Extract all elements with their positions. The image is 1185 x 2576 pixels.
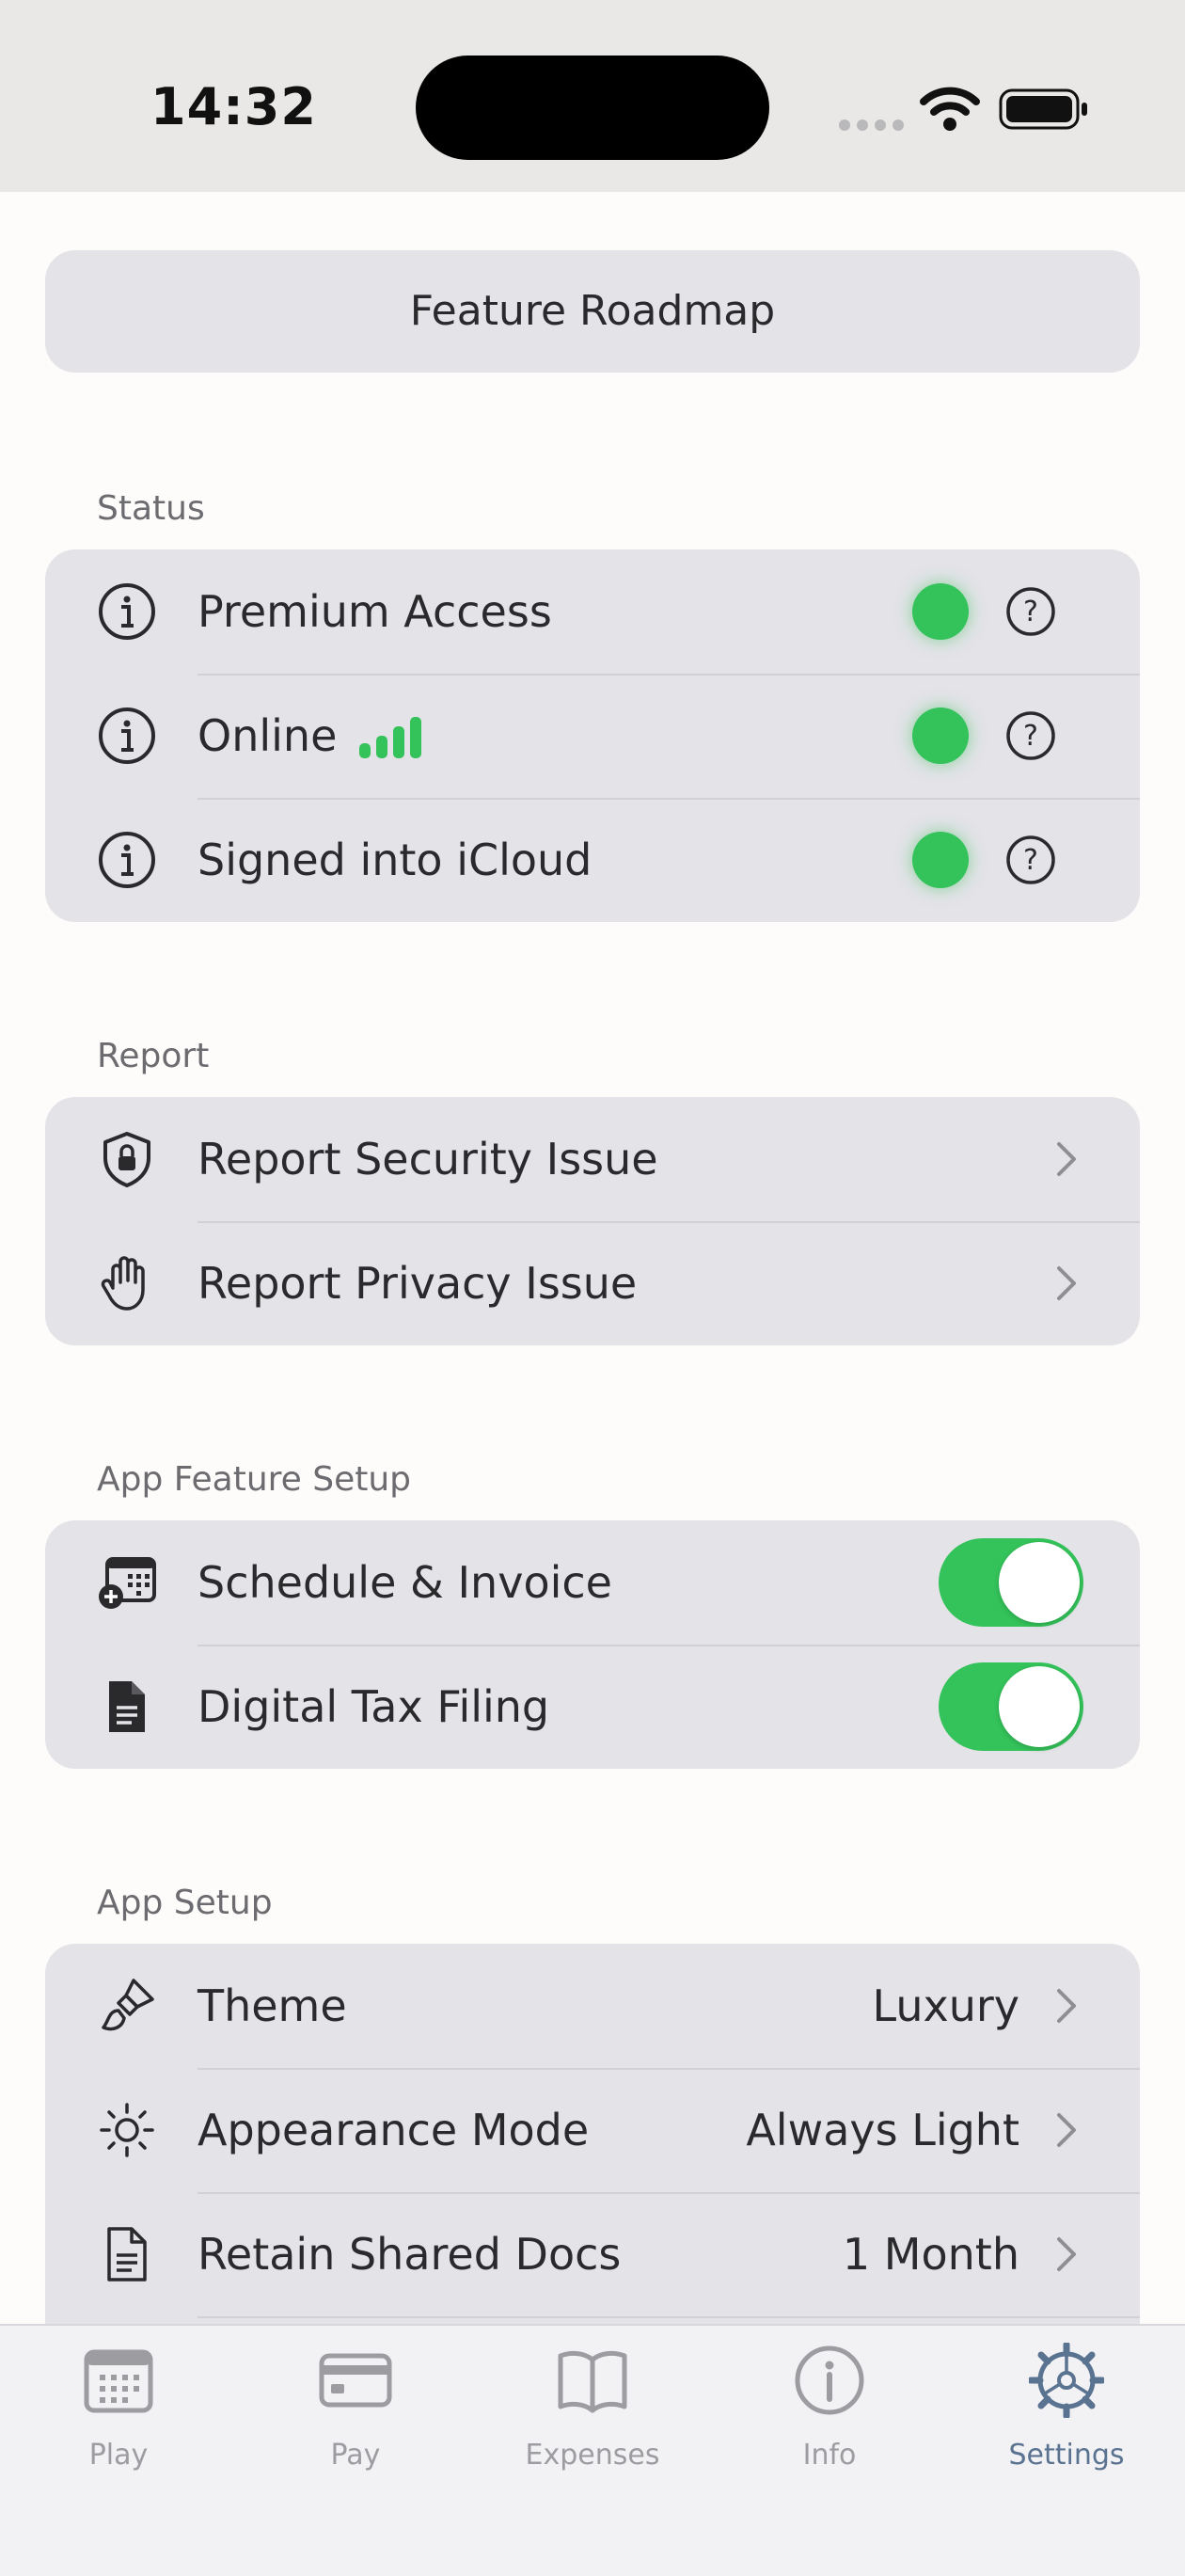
status-row-online: Online ? (45, 674, 1140, 798)
icloud-label: Signed into iCloud (198, 835, 592, 885)
app-setup-section-title: App Setup (97, 1884, 273, 1922)
tab-settings[interactable]: Settings (948, 2326, 1185, 2576)
schedule-invoice-label: Schedule & Invoice (198, 1557, 612, 1608)
info-circle-icon (795, 2345, 864, 2415)
status-row-premium: Premium Access ? (45, 549, 1140, 674)
gear-icon (1029, 2343, 1104, 2418)
toggle-knob (999, 1542, 1080, 1623)
theme-row[interactable]: Theme Luxury (45, 1944, 1140, 2068)
tab-label: Settings (1008, 2439, 1125, 2472)
report-security-label: Report Security Issue (198, 1134, 658, 1185)
retain-docs-label: Retain Shared Docs (198, 2229, 622, 2280)
retain-docs-value: 1 Month (842, 2229, 1019, 2280)
status-indicator (912, 708, 969, 764)
tab-label: Info (802, 2439, 857, 2472)
chevron-right-icon (1057, 2237, 1076, 2271)
tab-label: Pay (330, 2439, 381, 2472)
book-icon (558, 2350, 627, 2413)
svg-text:?: ? (1023, 720, 1038, 753)
report-privacy-label: Report Privacy Issue (198, 1258, 638, 1309)
app-setup-group: Theme Luxury Appearance Mode Always Ligh… (45, 1944, 1140, 2324)
svg-text:?: ? (1023, 844, 1038, 877)
theme-label: Theme (198, 1980, 347, 2031)
status-group: Premium Access ? Online ? Signed into iC… (45, 549, 1140, 922)
next-row-partial (45, 2316, 1140, 2324)
digital-tax-row: Digital Tax Filing (45, 1645, 1140, 1769)
info-icon (99, 583, 155, 640)
appearance-row[interactable]: Appearance Mode Always Light (45, 2068, 1140, 2192)
status-indicator (912, 832, 969, 888)
credit-card-icon (319, 2353, 392, 2408)
hand-icon (101, 1256, 145, 1311)
status-bar: 14:32 (0, 0, 1185, 192)
status-time: 14:32 (150, 77, 317, 136)
status-section-title: Status (97, 489, 205, 528)
svg-text:?: ? (1023, 596, 1038, 628)
tab-info[interactable]: Info (711, 2326, 948, 2576)
chevron-right-icon (1057, 1142, 1076, 1176)
feature-section-title: App Feature Setup (97, 1460, 412, 1499)
retain-docs-row[interactable]: Retain Shared Docs 1 Month (45, 2192, 1140, 2316)
theme-value: Luxury (872, 1980, 1020, 2031)
report-security-row[interactable]: Report Security Issue (45, 1097, 1140, 1221)
status-row-icloud: Signed into iCloud ? (45, 798, 1140, 922)
dynamic-island (416, 56, 769, 160)
wifi-icon (920, 87, 980, 131)
toggle-knob (999, 1666, 1080, 1747)
info-icon (99, 832, 155, 888)
premium-access-label: Premium Access (198, 586, 552, 637)
chevron-right-icon (1057, 1989, 1076, 2023)
feature-roadmap-button[interactable]: Feature Roadmap (45, 250, 1140, 373)
report-privacy-row[interactable]: Report Privacy Issue (45, 1221, 1140, 1345)
digital-tax-label: Digital Tax Filing (198, 1681, 550, 1732)
tab-play[interactable]: Play (0, 2326, 237, 2576)
tab-expenses[interactable]: Expenses (474, 2326, 711, 2576)
online-label: Online (198, 710, 338, 761)
status-indicator (912, 583, 969, 640)
cellular-dots-icon (839, 117, 910, 135)
schedule-invoice-toggle[interactable] (939, 1538, 1083, 1627)
status-icons (837, 83, 1100, 135)
digital-tax-toggle[interactable] (939, 1662, 1083, 1751)
schedule-invoice-row: Schedule & Invoice (45, 1520, 1140, 1645)
calendar-icon (84, 2349, 153, 2413)
tab-pay[interactable]: Pay (237, 2326, 474, 2576)
shield-lock-icon (103, 1132, 150, 1187)
question-circle-icon[interactable]: ? (1004, 709, 1057, 762)
signal-bars-icon (359, 717, 421, 758)
chevron-right-icon (1057, 2113, 1076, 2147)
paintbrush-icon (102, 1979, 154, 2031)
document-icon (109, 1681, 145, 1732)
document-outline-icon (107, 2227, 147, 2282)
appearance-label: Appearance Mode (198, 2105, 590, 2155)
report-section-title: Report (97, 1037, 210, 1075)
info-icon (99, 708, 155, 764)
tab-label: Expenses (525, 2439, 660, 2472)
calendar-add-icon (99, 1557, 156, 1609)
feature-group: Schedule & Invoice Digital Tax Filing (45, 1520, 1140, 1769)
chevron-right-icon (1057, 1266, 1076, 1300)
battery-icon (999, 88, 1087, 130)
tab-bar: Play Pay Expenses Info Settings (0, 2324, 1185, 2576)
tab-label: Play (88, 2439, 149, 2472)
question-circle-icon[interactable]: ? (1004, 834, 1057, 886)
appearance-value: Always Light (746, 2105, 1019, 2155)
sun-icon (100, 2103, 154, 2157)
question-circle-icon[interactable]: ? (1004, 585, 1057, 638)
report-group: Report Security Issue Report Privacy Iss… (45, 1097, 1140, 1345)
